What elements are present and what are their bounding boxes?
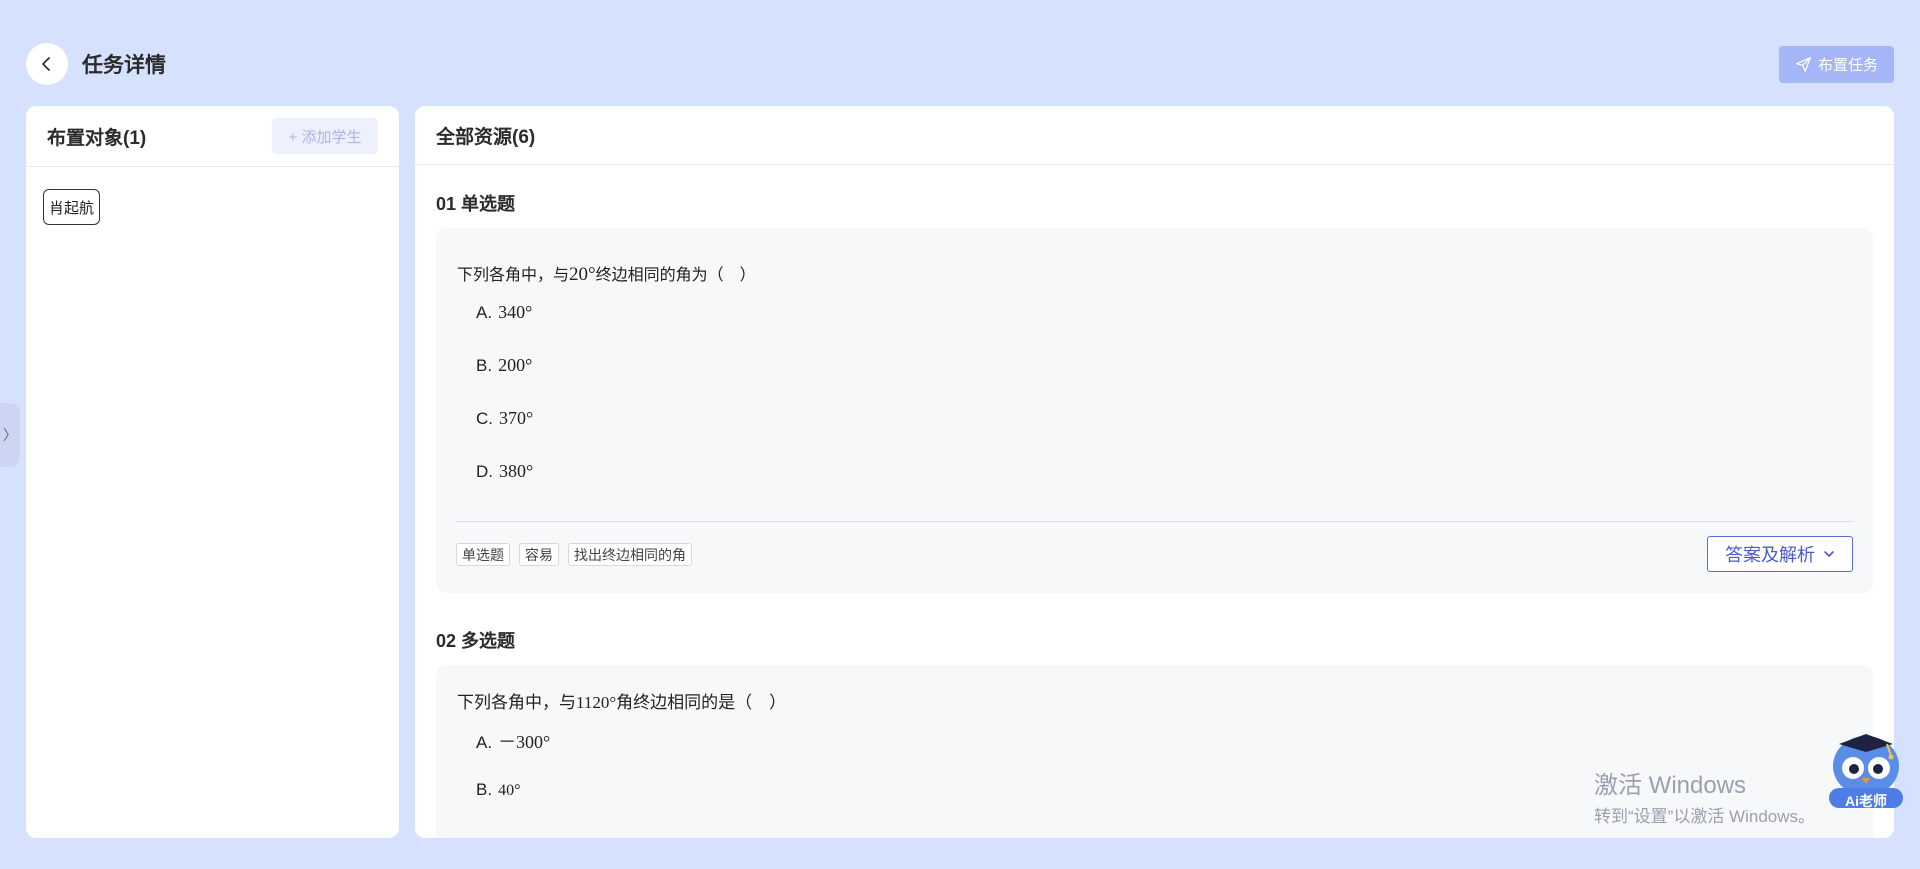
- watermark-line1: 激活 Windows: [1594, 772, 1747, 799]
- answer-analysis-button[interactable]: 答案及解析: [1707, 536, 1853, 572]
- option-letter: A.: [476, 733, 493, 752]
- chevron-down-icon: [1824, 551, 1834, 557]
- option-letter: A.: [476, 303, 493, 322]
- resources-title: 全部资源(6): [436, 126, 536, 148]
- option-letter: C.: [476, 409, 493, 428]
- option-value: 370°: [499, 408, 534, 428]
- option-value: 340°: [498, 302, 533, 322]
- divider: [456, 521, 1853, 522]
- resources-panel: 全部资源(6) 01 单选题 下列各角中，与20°终边相同的角为（ ） A. 3…: [415, 106, 1894, 838]
- option-value: －300°: [498, 732, 551, 752]
- answer-analysis-label: 答案及解析: [1725, 545, 1815, 565]
- option-value: 200°: [498, 355, 533, 375]
- question-stem: 下列各角中，与1120°角终边相同的是（ ）: [457, 693, 787, 712]
- assign-task-button[interactable]: 布置任务: [1779, 46, 1894, 83]
- assign-task-label: 布置任务: [1817, 57, 1878, 74]
- option-value: 380°: [499, 461, 534, 481]
- student-chip[interactable]: 肖起航: [43, 189, 101, 225]
- resources-header: 全部资源(6): [415, 106, 1894, 165]
- option-value: 40°: [498, 782, 521, 799]
- watermark-line2: 转到“设置”以激活 Windows。: [1594, 807, 1816, 826]
- option-b[interactable]: B. 200°: [476, 355, 532, 376]
- question-section-label: 01 单选题: [436, 194, 516, 214]
- page-header: 任务详情: [26, 43, 166, 85]
- tag-knowledge: 找出终边相同的角: [568, 543, 692, 566]
- option-a[interactable]: A. 340°: [476, 302, 532, 323]
- question-section-label: 02 多选题: [436, 631, 516, 651]
- option-letter: B.: [476, 780, 493, 799]
- option-letter: B.: [476, 356, 493, 375]
- assign-target-panel: 布置对象(1) + 添加学生 肖起航: [26, 106, 399, 838]
- ai-teacher-label: Ai老师: [1845, 793, 1887, 809]
- option-letter: D.: [476, 462, 493, 481]
- assign-target-title: 布置对象(1): [47, 127, 147, 149]
- tag-difficulty: 容易: [519, 543, 559, 566]
- chevron-left-icon: [42, 57, 50, 71]
- question-tags: 单选题 容易 找出终边相同的角: [456, 543, 692, 566]
- assign-target-header: 布置对象(1) + 添加学生: [26, 106, 399, 167]
- windows-activation-watermark: 激活 Windows 转到“设置”以激活 Windows。: [1594, 765, 1815, 827]
- send-icon: [1796, 57, 1811, 72]
- option-a[interactable]: A. －300°: [476, 728, 550, 754]
- option-c[interactable]: C. 370°: [476, 408, 533, 429]
- question-stem: 下列各角中，与20°终边相同的角为（ ）: [457, 261, 756, 286]
- add-student-button[interactable]: + 添加学生: [272, 118, 378, 154]
- question-card: 下列各角中，与20°终边相同的角为（ ） A. 340° B. 200° C. …: [436, 228, 1873, 593]
- question-stem-value: 20°: [569, 264, 596, 285]
- question-stem-prefix: 下列各角中，与: [457, 267, 570, 284]
- option-b[interactable]: B. 40°: [476, 780, 520, 800]
- tag-type: 单选题: [456, 543, 510, 566]
- back-button[interactable]: [26, 43, 68, 85]
- page-title: 任务详情: [82, 54, 166, 77]
- question-stem-suffix: 终边相同的角为（ ）: [595, 267, 756, 284]
- option-d[interactable]: D. 380°: [476, 461, 533, 482]
- ai-teacher-button[interactable]: Ai老师: [1825, 730, 1907, 812]
- sidebar-toggle[interactable]: 〉: [0, 403, 20, 467]
